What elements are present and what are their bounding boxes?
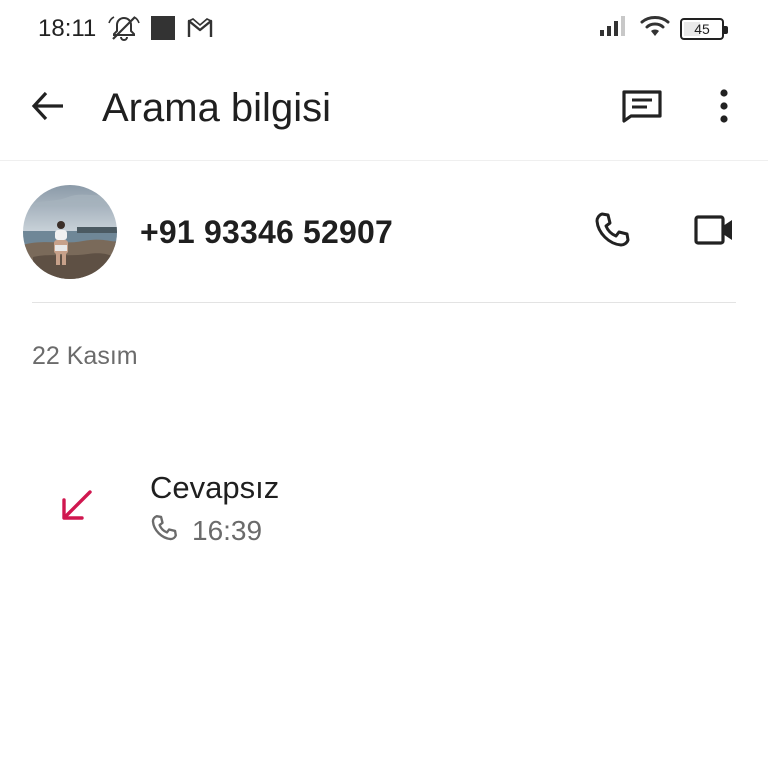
call-status: Cevapsız	[150, 470, 280, 505]
message-button[interactable]	[614, 84, 670, 132]
gmail-icon	[186, 16, 214, 45]
phone-icon	[593, 211, 631, 254]
video-call-button[interactable]	[686, 206, 742, 258]
message-icon	[621, 89, 663, 128]
signal-icon	[598, 14, 630, 43]
missed-call-arrow-icon	[58, 486, 98, 526]
avatar[interactable]	[23, 185, 117, 279]
more-vert-icon	[719, 88, 729, 129]
contact-divider	[32, 302, 736, 303]
phone-number: +91 93346 52907	[140, 214, 394, 250]
status-left-icons	[108, 14, 214, 47]
square-notification-icon	[150, 15, 176, 46]
mute-notifications-icon	[108, 14, 140, 47]
more-options-button[interactable]	[700, 84, 748, 132]
status-time: 18:11	[38, 15, 97, 42]
call-history-entry[interactable]: Cevapsız 16:39	[0, 462, 768, 562]
back-button[interactable]	[24, 84, 72, 132]
phone-small-icon	[150, 514, 178, 547]
battery-icon: 45	[680, 17, 728, 40]
back-arrow-icon	[30, 90, 66, 127]
app-bar-divider	[0, 160, 768, 161]
contact-row: +91 93346 52907	[0, 176, 768, 286]
battery-level: 45	[694, 20, 710, 37]
app-bar: Arama bilgisi	[0, 70, 768, 148]
wifi-icon	[640, 14, 670, 43]
call-button[interactable]	[586, 206, 638, 258]
call-time: 16:39	[192, 514, 263, 546]
page-title: Arama bilgisi	[102, 86, 331, 130]
status-right-icons: 45	[598, 14, 728, 43]
status-bar: 18:11 45	[0, 0, 768, 58]
video-call-icon	[693, 214, 735, 251]
call-meta: 16:39	[150, 514, 262, 547]
history-date-header: 22 Kasım	[32, 342, 138, 370]
